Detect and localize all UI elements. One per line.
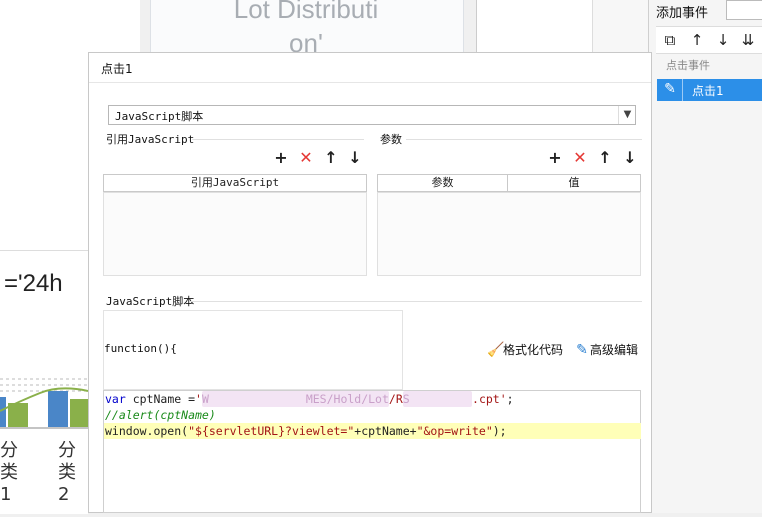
- pencil-icon[interactable]: ✎: [662, 81, 678, 97]
- script-type-value: JavaScript脚本: [115, 110, 204, 123]
- params-section-label: 参数: [380, 133, 402, 146]
- format-code-button[interactable]: 🧹格式化代码: [487, 341, 563, 359]
- delete-icon[interactable]: ✕: [571, 149, 589, 167]
- ref-js-table[interactable]: [103, 192, 367, 276]
- code-string: .cpt': [472, 392, 507, 406]
- code-obscured: W MES/Hold/Lot: [201, 391, 389, 407]
- add-icon[interactable]: +: [546, 149, 564, 167]
- broom-icon: 🧹: [487, 342, 505, 358]
- format-code-label: 格式化代码: [503, 343, 564, 357]
- code-string: ': [195, 392, 202, 406]
- arrow-up-icon[interactable]: ↑: [322, 149, 340, 167]
- divider: [190, 301, 642, 302]
- event-list-header: 点击事件: [666, 59, 710, 72]
- params-table[interactable]: [377, 192, 641, 276]
- add-icon[interactable]: +: [272, 149, 290, 167]
- arrow-up-icon[interactable]: ↑: [596, 149, 614, 167]
- chart-x-label: 分类1: [0, 440, 18, 505]
- chevron-down-icon[interactable]: ▼: [618, 106, 636, 124]
- function-header: function(){: [104, 342, 177, 355]
- code-comment: //alert(cptName): [105, 408, 216, 422]
- arrow-down-icon[interactable]: ↓: [346, 149, 364, 167]
- dialog-title: 点击1: [101, 62, 133, 76]
- advanced-edit-label: 高级编辑: [590, 343, 639, 357]
- arrow-down-icon[interactable]: ↓: [713, 30, 733, 50]
- chart-bar: [48, 391, 68, 427]
- script-section-label: JavaScript脚本: [106, 295, 195, 308]
- code-text: +cptName+: [354, 424, 417, 438]
- copy-icon[interactable]: ⧉: [660, 30, 680, 50]
- code-text: window.open(: [105, 424, 189, 438]
- delete-icon[interactable]: ✕: [297, 149, 315, 167]
- arrow-down-icon[interactable]: ↓: [621, 149, 639, 167]
- code-editor[interactable]: var cptName ='W MES/Hold/Lot/RS .cpt'; /…: [103, 390, 641, 513]
- code-string: "${servletURL}?viewlet=": [188, 424, 355, 438]
- add-event-dropdown[interactable]: [726, 0, 762, 20]
- code-keyword: var: [105, 392, 126, 406]
- divider: [406, 139, 642, 140]
- sort-icon[interactable]: ⇊: [738, 30, 758, 50]
- add-event-label: 添加事件: [656, 6, 709, 21]
- code-text: ;: [506, 392, 514, 406]
- report-card-title: Lot Distributi on': [150, 0, 462, 60]
- code-line[interactable]: var cptName ='W MES/Hold/Lot/RS .cpt';: [104, 391, 641, 407]
- chart-bar: [70, 399, 88, 427]
- report-card-title-line1: Lot Distributi: [233, 0, 379, 24]
- event-toolbar: ⧉ ↑ ↓ ⇊: [656, 26, 762, 54]
- ref-js-section-label: 引用JavaScript: [106, 133, 195, 146]
- event-panel: [648, 0, 762, 513]
- code-text: );: [492, 424, 507, 438]
- divider: [682, 79, 683, 101]
- code-line[interactable]: //alert(cptName): [104, 407, 641, 423]
- chart-bar: [0, 397, 6, 427]
- code-obscured: S: [402, 391, 473, 407]
- advanced-edit-button[interactable]: ✎ 高级编辑: [574, 341, 638, 359]
- divider: [89, 82, 651, 83]
- chart-x-label: 分类2: [58, 440, 76, 505]
- ref-js-column-header[interactable]: 引用JavaScript: [103, 174, 367, 192]
- edit-box-icon: ✎: [576, 342, 588, 358]
- divider: [192, 139, 364, 140]
- code-line-current[interactable]: window.open("${servletURL}?viewlet="+cpt…: [104, 423, 641, 439]
- code-string: "&op=write": [416, 424, 493, 438]
- params-column-header-value[interactable]: 值: [507, 174, 641, 192]
- event-list-item-label: 点击1: [692, 84, 724, 98]
- params-column-header-name[interactable]: 参数: [377, 174, 508, 192]
- canvas-strip-secondary: [592, 0, 649, 58]
- arrow-up-icon[interactable]: ↑: [687, 30, 707, 50]
- code-string: /R: [388, 392, 403, 406]
- code-text: cptName =: [125, 392, 196, 406]
- formula-fragment: ='24h: [4, 270, 63, 297]
